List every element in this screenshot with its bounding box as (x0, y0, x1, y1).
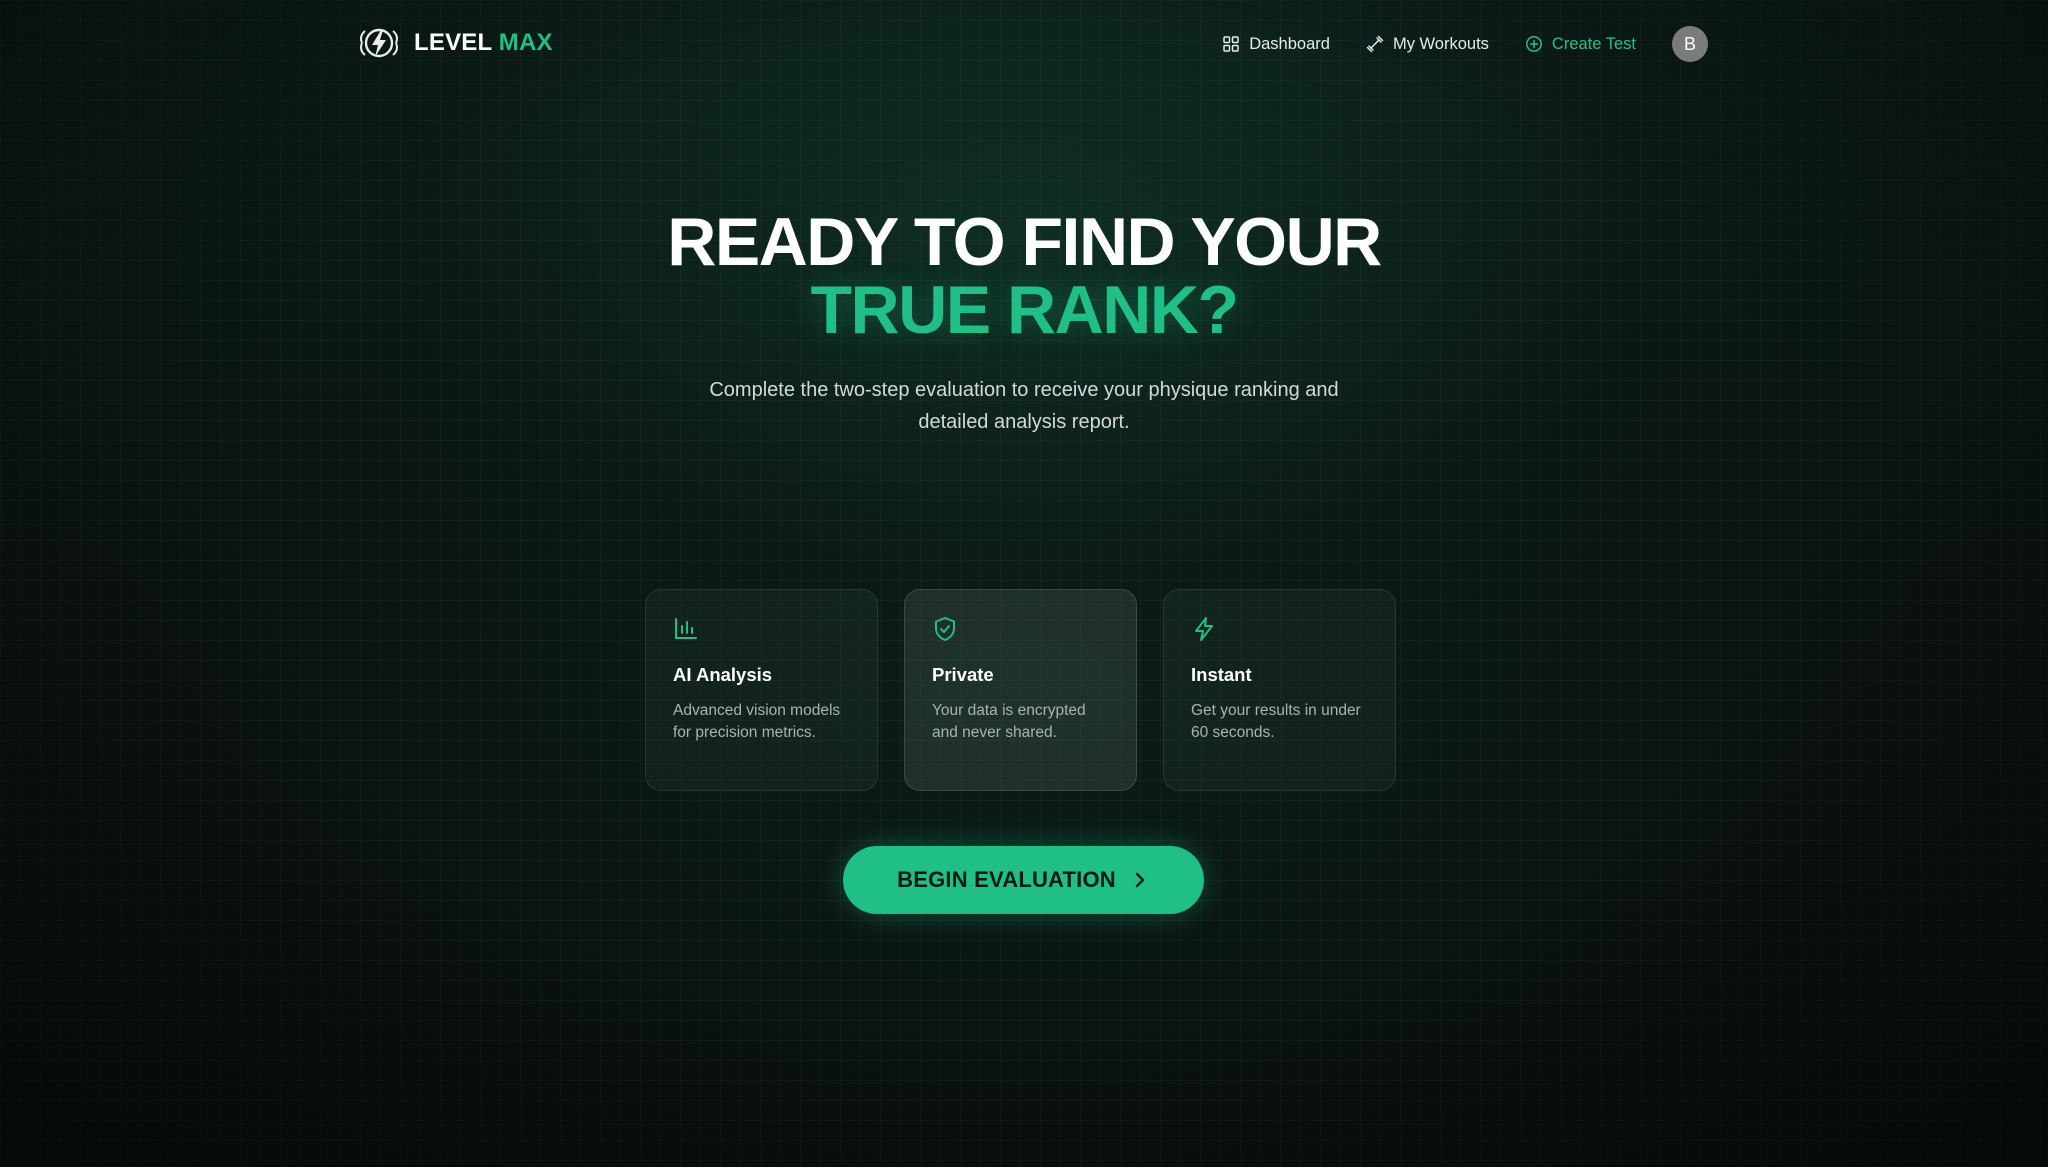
hero-section: READY TO FIND YOUR TRUE RANK? Complete t… (0, 208, 2048, 438)
lightning-icon (1195, 617, 1213, 641)
background-grid (0, 0, 2048, 1167)
dumbbell-icon (1366, 35, 1384, 53)
feature-card-ai-analysis: AI Analysis Advanced vision models for p… (645, 589, 878, 791)
bar-chart-icon (675, 618, 697, 639)
plus-circle-icon (1525, 36, 1542, 52)
nav-links: Dashboard My Workouts Create Test B (1222, 24, 1708, 64)
begin-evaluation-label: BEGIN EVALUATION (897, 867, 1116, 892)
grid-icon (1223, 36, 1239, 52)
nav-dashboard-label: Dashboard (1249, 34, 1330, 53)
hero-title: READY TO FIND YOUR TRUE RANK? (0, 208, 2048, 344)
brand-name-max: MAX (498, 29, 553, 56)
brand-link[interactable]: LEVEL MAX (356, 25, 553, 61)
shield-check-icon (935, 617, 955, 641)
feature-description: Get your results in under 60 seconds. (1191, 702, 1361, 741)
feature-card-instant: Instant Get your results in under 60 sec… (1163, 589, 1396, 791)
chevron-right-icon (1135, 872, 1145, 888)
nav-dashboard-link[interactable]: Dashboard (1222, 35, 1330, 54)
lightning-logo-icon (360, 28, 398, 58)
feature-cards: AI Analysis Advanced vision models for p… (645, 589, 1396, 791)
feature-title: AI Analysis (673, 664, 773, 685)
nav-create-test-link[interactable]: Create Test (1525, 35, 1636, 54)
top-navigation: LEVEL MAX Dashboard My Workouts Create T… (0, 0, 2048, 86)
feature-title: Private (932, 664, 994, 685)
brand-name-level: LEVEL (414, 29, 492, 56)
begin-evaluation-button[interactable]: BEGIN EVALUATION (843, 846, 1204, 914)
user-avatar[interactable]: B (1672, 26, 1708, 62)
hero-title-line2: TRUE RANK? (810, 272, 1239, 348)
brand-name: LEVEL MAX (414, 29, 553, 57)
background-glow (0, 0, 2048, 1167)
feature-title: Instant (1191, 664, 1252, 685)
nav-workouts-label: My Workouts (1392, 34, 1489, 53)
nav-create-test-label: Create Test (1551, 34, 1636, 53)
feature-card-private: Private Your data is encrypted and never… (904, 589, 1137, 791)
feature-description: Advanced vision models for precision met… (673, 702, 841, 741)
background-vignette (0, 0, 2048, 1167)
feature-description: Your data is encrypted and never shared. (932, 702, 1086, 741)
nav-workouts-link[interactable]: My Workouts (1366, 35, 1489, 54)
hero-subtitle: Complete the two-step evaluation to rece… (709, 379, 1339, 433)
hero-title-line1: READY TO FIND YOUR (667, 204, 1382, 280)
